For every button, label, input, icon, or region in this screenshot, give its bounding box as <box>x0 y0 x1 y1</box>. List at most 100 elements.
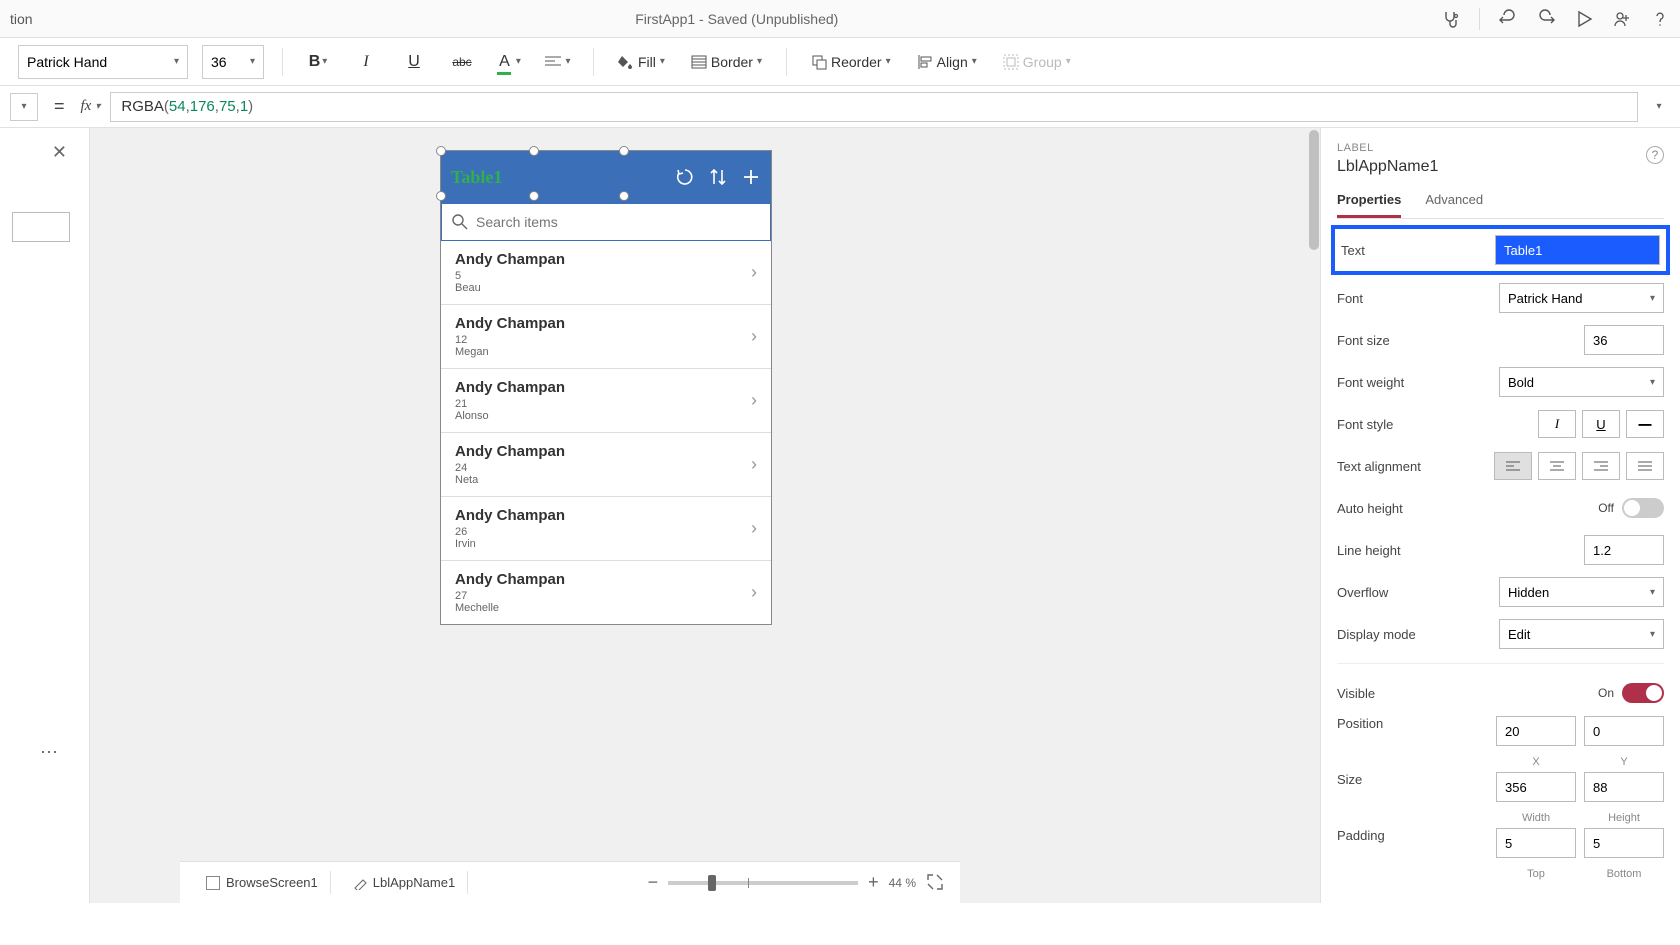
list-item[interactable]: Andy Champan26Irvin› <box>441 497 771 561</box>
font-size-select[interactable]: 36▾ <box>202 45 264 79</box>
group-button[interactable]: Group▾ <box>997 45 1077 79</box>
prop-lineheight-input[interactable] <box>1584 535 1664 565</box>
font-family-select[interactable]: Patrick Hand▾ <box>18 45 188 79</box>
list-item[interactable]: Andy Champan5Beau› <box>441 241 771 305</box>
italic-button[interactable]: I <box>349 45 383 79</box>
refresh-icon[interactable] <box>675 167 695 187</box>
chevron-right-icon[interactable]: › <box>751 582 757 603</box>
list-item-name: Andy Champan <box>455 507 565 524</box>
zoom-slider[interactable] <box>668 881 858 885</box>
italic-toggle[interactable]: I <box>1538 410 1576 438</box>
tree-more-icon[interactable]: ⋯ <box>40 742 61 763</box>
selection-handle[interactable] <box>436 191 446 201</box>
chevron-right-icon[interactable]: › <box>751 390 757 411</box>
underline-toggle[interactable]: U <box>1582 410 1620 438</box>
selection-handle[interactable] <box>619 191 629 201</box>
chevron-right-icon[interactable]: › <box>751 518 757 539</box>
fx-button[interactable]: fx▾ <box>81 98 101 115</box>
list-item-name: Andy Champan <box>455 251 565 268</box>
tree-item-box[interactable] <box>12 212 70 242</box>
canvas[interactable]: Table1 Andy Champan5Beau›Andy Champan12M… <box>90 128 1320 903</box>
app-title-label[interactable]: Table1 <box>451 167 502 188</box>
vertical-scrollbar[interactable] <box>1308 128 1320 903</box>
help-icon[interactable] <box>1650 9 1670 29</box>
prop-displaymode-label: Display mode <box>1337 627 1499 642</box>
prop-font-select[interactable]: Patrick Hand▾ <box>1499 283 1664 313</box>
padding-bottom-input[interactable] <box>1584 828 1664 858</box>
list-item[interactable]: Andy Champan21Alonso› <box>441 369 771 433</box>
undo-icon[interactable] <box>1498 9 1518 29</box>
sort-icon[interactable] <box>709 167 727 187</box>
prop-lineheight-label: Line height <box>1337 543 1584 558</box>
formula-input[interactable]: RGBA(54, 176, 75, 1) <box>110 92 1638 122</box>
share-icon[interactable] <box>1612 9 1632 29</box>
reorder-button[interactable]: Reorder▾ <box>805 45 897 79</box>
prop-displaymode-select[interactable]: Edit▾ <box>1499 619 1664 649</box>
position-x-input[interactable] <box>1496 716 1576 746</box>
help-icon[interactable]: ? <box>1646 146 1664 164</box>
align-right-button[interactable] <box>1582 452 1620 480</box>
align-center-button[interactable] <box>1538 452 1576 480</box>
tab-properties[interactable]: Properties <box>1337 192 1401 218</box>
list-item[interactable]: Andy Champan12Megan› <box>441 305 771 369</box>
breadcrumb-screen[interactable]: BrowseScreen1 <box>194 871 331 894</box>
zoom-out-button[interactable]: − <box>648 872 659 893</box>
list-item-sub2: Mechelle <box>455 602 565 614</box>
stethoscope-icon[interactable] <box>1441 9 1461 29</box>
prop-fontsize-input[interactable] <box>1584 325 1664 355</box>
app-header[interactable]: Table1 <box>441 151 771 203</box>
chevron-right-icon[interactable]: › <box>751 262 757 283</box>
chevron-right-icon[interactable]: › <box>751 454 757 475</box>
formula-expand-icon[interactable]: ▾ <box>1648 96 1670 118</box>
autoheight-toggle[interactable] <box>1622 498 1664 518</box>
align-left-button[interactable] <box>1494 452 1532 480</box>
list-item[interactable]: Andy Champan24Neta› <box>441 433 771 497</box>
breadcrumb-control[interactable]: LblAppName1 <box>341 871 468 894</box>
strikethrough-button[interactable]: abc <box>445 45 479 79</box>
redo-icon[interactable] <box>1536 9 1556 29</box>
zoom-in-button[interactable]: + <box>868 872 879 893</box>
list-item-sub2: Beau <box>455 282 565 294</box>
selection-handle[interactable] <box>529 146 539 156</box>
prop-text-row: Text <box>1331 225 1670 275</box>
prop-overflow-select[interactable]: Hidden▾ <box>1499 577 1664 607</box>
selection-handle[interactable] <box>436 146 446 156</box>
underline-button[interactable]: U <box>397 45 431 79</box>
search-box[interactable] <box>441 203 771 241</box>
list-item-name: Andy Champan <box>455 315 565 332</box>
align-button[interactable]: Align▾ <box>911 45 983 79</box>
prop-text-input[interactable] <box>1495 235 1660 265</box>
bold-button[interactable]: B▾ <box>301 45 335 79</box>
visible-toggle[interactable] <box>1622 683 1664 703</box>
prop-overflow-label: Overflow <box>1337 585 1499 600</box>
control-name: LblAppName1 <box>1337 158 1664 176</box>
bottom-bar: BrowseScreen1 LblAppName1 − + 44 % <box>180 861 960 903</box>
properties-panel: LABEL LblAppName1 ? Properties Advanced … <box>1320 128 1680 903</box>
property-dropdown[interactable]: ▾ <box>10 93 38 121</box>
prop-fontweight-select[interactable]: Bold▾ <box>1499 367 1664 397</box>
tab-advanced[interactable]: Advanced <box>1425 192 1483 218</box>
equals-sign: = <box>48 96 71 117</box>
position-y-input[interactable] <box>1584 716 1664 746</box>
prop-fontstyle-label: Font style <box>1337 417 1538 432</box>
size-height-input[interactable] <box>1584 772 1664 802</box>
search-input[interactable] <box>476 214 760 230</box>
fullscreen-icon[interactable] <box>926 873 946 893</box>
list-item-sub1: 26 <box>455 526 565 538</box>
align-justify-button[interactable] <box>1626 452 1664 480</box>
size-width-input[interactable] <box>1496 772 1576 802</box>
list-item[interactable]: Andy Champan27Mechelle› <box>441 561 771 624</box>
close-panel-icon[interactable]: ✕ <box>52 142 67 163</box>
strike-toggle[interactable]: — <box>1626 410 1664 438</box>
chevron-right-icon[interactable]: › <box>751 326 757 347</box>
selection-handle[interactable] <box>619 146 629 156</box>
font-color-button[interactable]: A▾ <box>493 45 527 79</box>
add-icon[interactable] <box>741 167 761 187</box>
text-align-button[interactable]: ▾ <box>541 45 575 79</box>
border-button[interactable]: Border▾ <box>685 45 768 79</box>
padding-top-input[interactable] <box>1496 828 1576 858</box>
titlebar: tion FirstApp1 - Saved (Unpublished) <box>0 0 1680 38</box>
selection-handle[interactable] <box>529 191 539 201</box>
fill-button[interactable]: Fill▾ <box>612 45 671 79</box>
play-icon[interactable] <box>1574 9 1594 29</box>
